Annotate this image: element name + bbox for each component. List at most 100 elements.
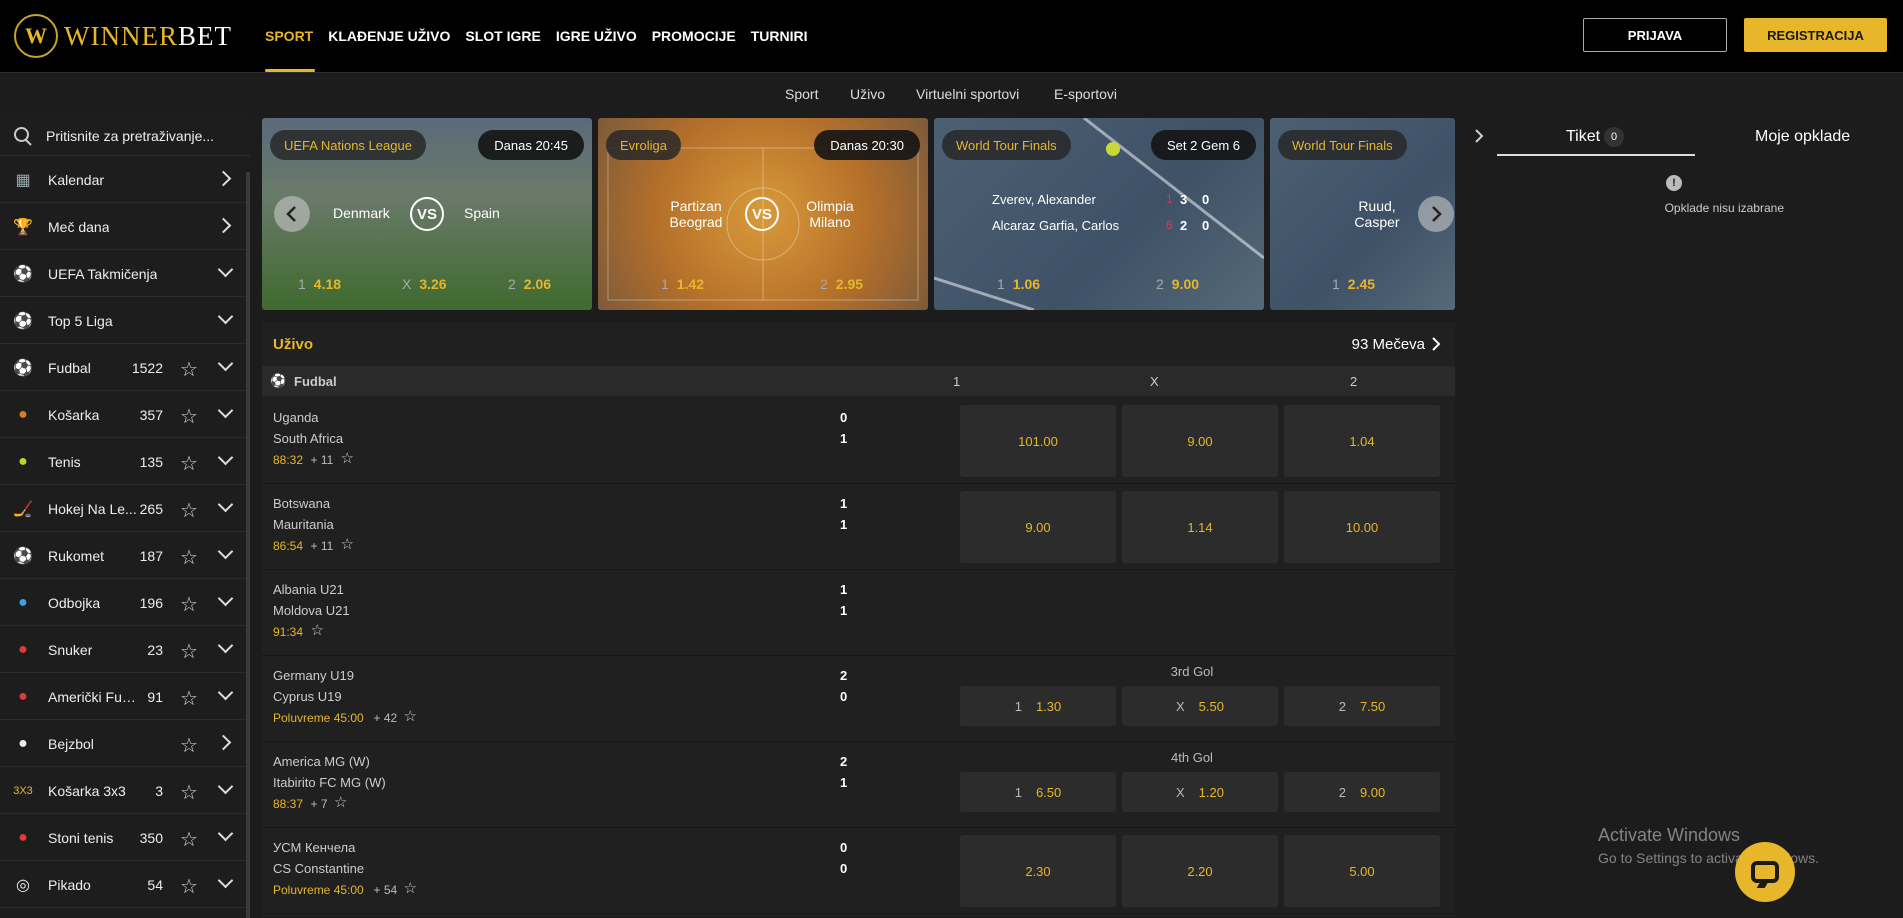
odd-button[interactable]: 9.00	[1122, 405, 1278, 477]
sidebar-item[interactable]: ● Stoni tenis 350 ☆	[0, 814, 250, 861]
live-match-count[interactable]: 93 Mečeva	[1352, 336, 1425, 353]
subnav-sport[interactable]: Sport	[785, 86, 818, 102]
subnav-virtual[interactable]: Virtuelni sportovi	[916, 86, 1019, 102]
chevron-down-icon[interactable]	[216, 403, 236, 423]
chevron-down-icon[interactable]	[216, 450, 236, 470]
chevron-right-icon[interactable]	[216, 168, 236, 188]
chevron-right-icon[interactable]	[1429, 336, 1443, 352]
chevron-right-icon[interactable]	[1472, 128, 1486, 144]
match-row[interactable]: Albania U21 Moldova U21 1 1 91:34 ☆	[262, 570, 1455, 656]
more-markets-count[interactable]: + 11	[311, 539, 334, 553]
nav-live-games[interactable]: IGRE UŽIVO	[556, 28, 637, 44]
chevron-down-icon[interactable]	[216, 779, 236, 799]
favorite-star-icon[interactable]: ☆	[404, 707, 417, 725]
favorite-star-icon[interactable]: ☆	[180, 545, 198, 570]
odd-button[interactable]: 1.04	[1284, 405, 1440, 477]
more-markets-count[interactable]: + 7	[311, 797, 328, 811]
subnav-live[interactable]: Uživo	[850, 86, 885, 102]
tab-my-bets[interactable]: Moje opklade	[1755, 128, 1850, 146]
odd-button[interactable]: 9.00	[960, 491, 1116, 563]
sidebar-scrollbar[interactable]	[246, 172, 250, 918]
odd-button[interactable]: 2 9.00	[1284, 772, 1440, 812]
match-row[interactable]: Botswana Mauritania 1 1 86:54 + 11 ☆ 9.00 1.14 10…	[262, 484, 1455, 570]
chevron-right-icon[interactable]	[216, 215, 236, 235]
sidebar-item[interactable]: ⚽ Fudbal 1522 ☆	[0, 344, 250, 391]
tab-ticket[interactable]: Tiket	[1566, 128, 1600, 146]
favorite-star-icon[interactable]: ☆	[180, 874, 198, 899]
sidebar-item[interactable]: 3X3 Košarka 3x3 3 ☆	[0, 767, 250, 814]
sidebar-item[interactable]: ⚽ Rukomet 187 ☆	[0, 532, 250, 579]
featured-card[interactable]: UEFA Nations League Danas 20:45 Denmark …	[262, 118, 592, 310]
sidebar-item[interactable]: ⚽ UEFA Takmičenja	[0, 250, 250, 297]
odd-x[interactable]: X 3.26	[402, 276, 447, 292]
odd-1[interactable]: 1 4.18	[298, 276, 341, 292]
featured-card[interactable]: Evroliga Danas 20:30 Partizan Beograd VS…	[598, 118, 928, 310]
login-button[interactable]: PRIJAVA	[1583, 18, 1727, 52]
match-row[interactable]: Germany U19 Cyprus U19 2 0 Poluvreme 45:00 + …	[262, 656, 1455, 742]
favorite-star-icon[interactable]: ☆	[180, 733, 198, 758]
odd-1[interactable]: 1 2.45	[1332, 276, 1375, 292]
sidebar-item[interactable]: ● Američki Fud... 91 ☆	[0, 673, 250, 720]
nav-promotions[interactable]: PROMOCIJE	[652, 28, 736, 44]
odd-button[interactable]: X 5.50	[1122, 686, 1278, 726]
favorite-star-icon[interactable]: ☆	[180, 827, 198, 852]
sidebar-item[interactable]: ● Košarka 357 ☆	[0, 391, 250, 438]
nav-slots[interactable]: SLOT IGRE	[465, 28, 540, 44]
chevron-down-icon[interactable]	[216, 826, 236, 846]
carousel-next-button[interactable]	[1418, 196, 1454, 232]
odd-2[interactable]: 2 2.06	[508, 276, 551, 292]
more-markets-count[interactable]: + 42	[374, 711, 398, 725]
chevron-down-icon[interactable]	[216, 873, 236, 893]
odd-button[interactable]: 10.00	[1284, 491, 1440, 563]
featured-card[interactable]: World Tour Finals Set 2 Gem 6 Zverev, Al…	[934, 118, 1264, 310]
nav-sport[interactable]: SPORT	[265, 28, 313, 44]
match-row[interactable]: Uganda South Africa 0 1 88:32 + 11 ☆ 101.00 9.00…	[262, 398, 1455, 484]
favorite-star-icon[interactable]: ☆	[311, 621, 324, 639]
favorite-star-icon[interactable]: ☆	[180, 686, 198, 711]
favorite-star-icon[interactable]: ☆	[341, 535, 354, 553]
favorite-star-icon[interactable]: ☆	[404, 879, 417, 897]
odd-2[interactable]: 2 2.95	[820, 276, 863, 292]
favorite-star-icon[interactable]: ☆	[180, 451, 198, 476]
more-markets-count[interactable]: + 11	[311, 453, 334, 467]
sidebar-item[interactable]: ◎ Pikado 54 ☆	[0, 861, 250, 908]
odd-button[interactable]: X 1.20	[1122, 772, 1278, 812]
odd-button[interactable]: 2 7.50	[1284, 686, 1440, 726]
chevron-down-icon[interactable]	[216, 685, 236, 705]
search-input[interactable]: Pritisnite za pretraživanje...	[0, 116, 250, 156]
favorite-star-icon[interactable]: ☆	[180, 357, 198, 382]
odd-button[interactable]: 5.00	[1284, 835, 1440, 907]
carousel-prev-button[interactable]	[274, 196, 310, 232]
chevron-down-icon[interactable]	[216, 356, 236, 376]
nav-live-betting[interactable]: KLAĐENJE UŽIVO	[328, 28, 450, 44]
sidebar-item[interactable]: ● Odbojka 196 ☆	[0, 579, 250, 626]
favorite-star-icon[interactable]: ☆	[180, 592, 198, 617]
favorite-star-icon[interactable]: ☆	[334, 793, 347, 811]
favorite-star-icon[interactable]: ☆	[341, 449, 354, 467]
favorite-star-icon[interactable]: ☆	[180, 780, 198, 805]
odd-button[interactable]: 1 6.50	[960, 772, 1116, 812]
chevron-right-icon[interactable]	[216, 732, 236, 752]
favorite-star-icon[interactable]: ☆	[180, 404, 198, 429]
chevron-down-icon[interactable]	[216, 497, 236, 517]
odd-2[interactable]: 2 9.00	[1156, 276, 1199, 292]
sidebar-item[interactable]: ⚽ Top 5 Liga	[0, 297, 250, 344]
subnav-esports[interactable]: E-sportovi	[1054, 86, 1117, 102]
favorite-star-icon[interactable]: ☆	[180, 498, 198, 523]
match-row[interactable]: America MG (W) Itabirito FC MG (W) 2 1 88:37…	[262, 742, 1455, 828]
match-row[interactable]: УСМ Кенчела CS Constantine 0 0 Poluvreme 45:…	[262, 828, 1455, 914]
sidebar-item[interactable]: ● Tenis 135 ☆	[0, 438, 250, 485]
nav-tournaments[interactable]: TURNIRI	[751, 28, 808, 44]
sidebar-item[interactable]: 🏒 Hokej Na Le... 265 ☆	[0, 485, 250, 532]
sidebar-item[interactable]: 🏆 Meč dana	[0, 203, 250, 250]
odd-button[interactable]: 1.14	[1122, 491, 1278, 563]
chat-button[interactable]	[1735, 842, 1795, 902]
chevron-down-icon[interactable]	[216, 591, 236, 611]
odd-button[interactable]: 1 1.30	[960, 686, 1116, 726]
odd-1[interactable]: 1 1.06	[997, 276, 1040, 292]
logo[interactable]: W WINNERBET	[14, 14, 232, 58]
odd-1[interactable]: 1 1.42	[661, 276, 704, 292]
sidebar-item[interactable]: ▦ Kalendar	[0, 156, 250, 203]
chevron-down-icon[interactable]	[216, 638, 236, 658]
chevron-down-icon[interactable]	[216, 262, 236, 282]
